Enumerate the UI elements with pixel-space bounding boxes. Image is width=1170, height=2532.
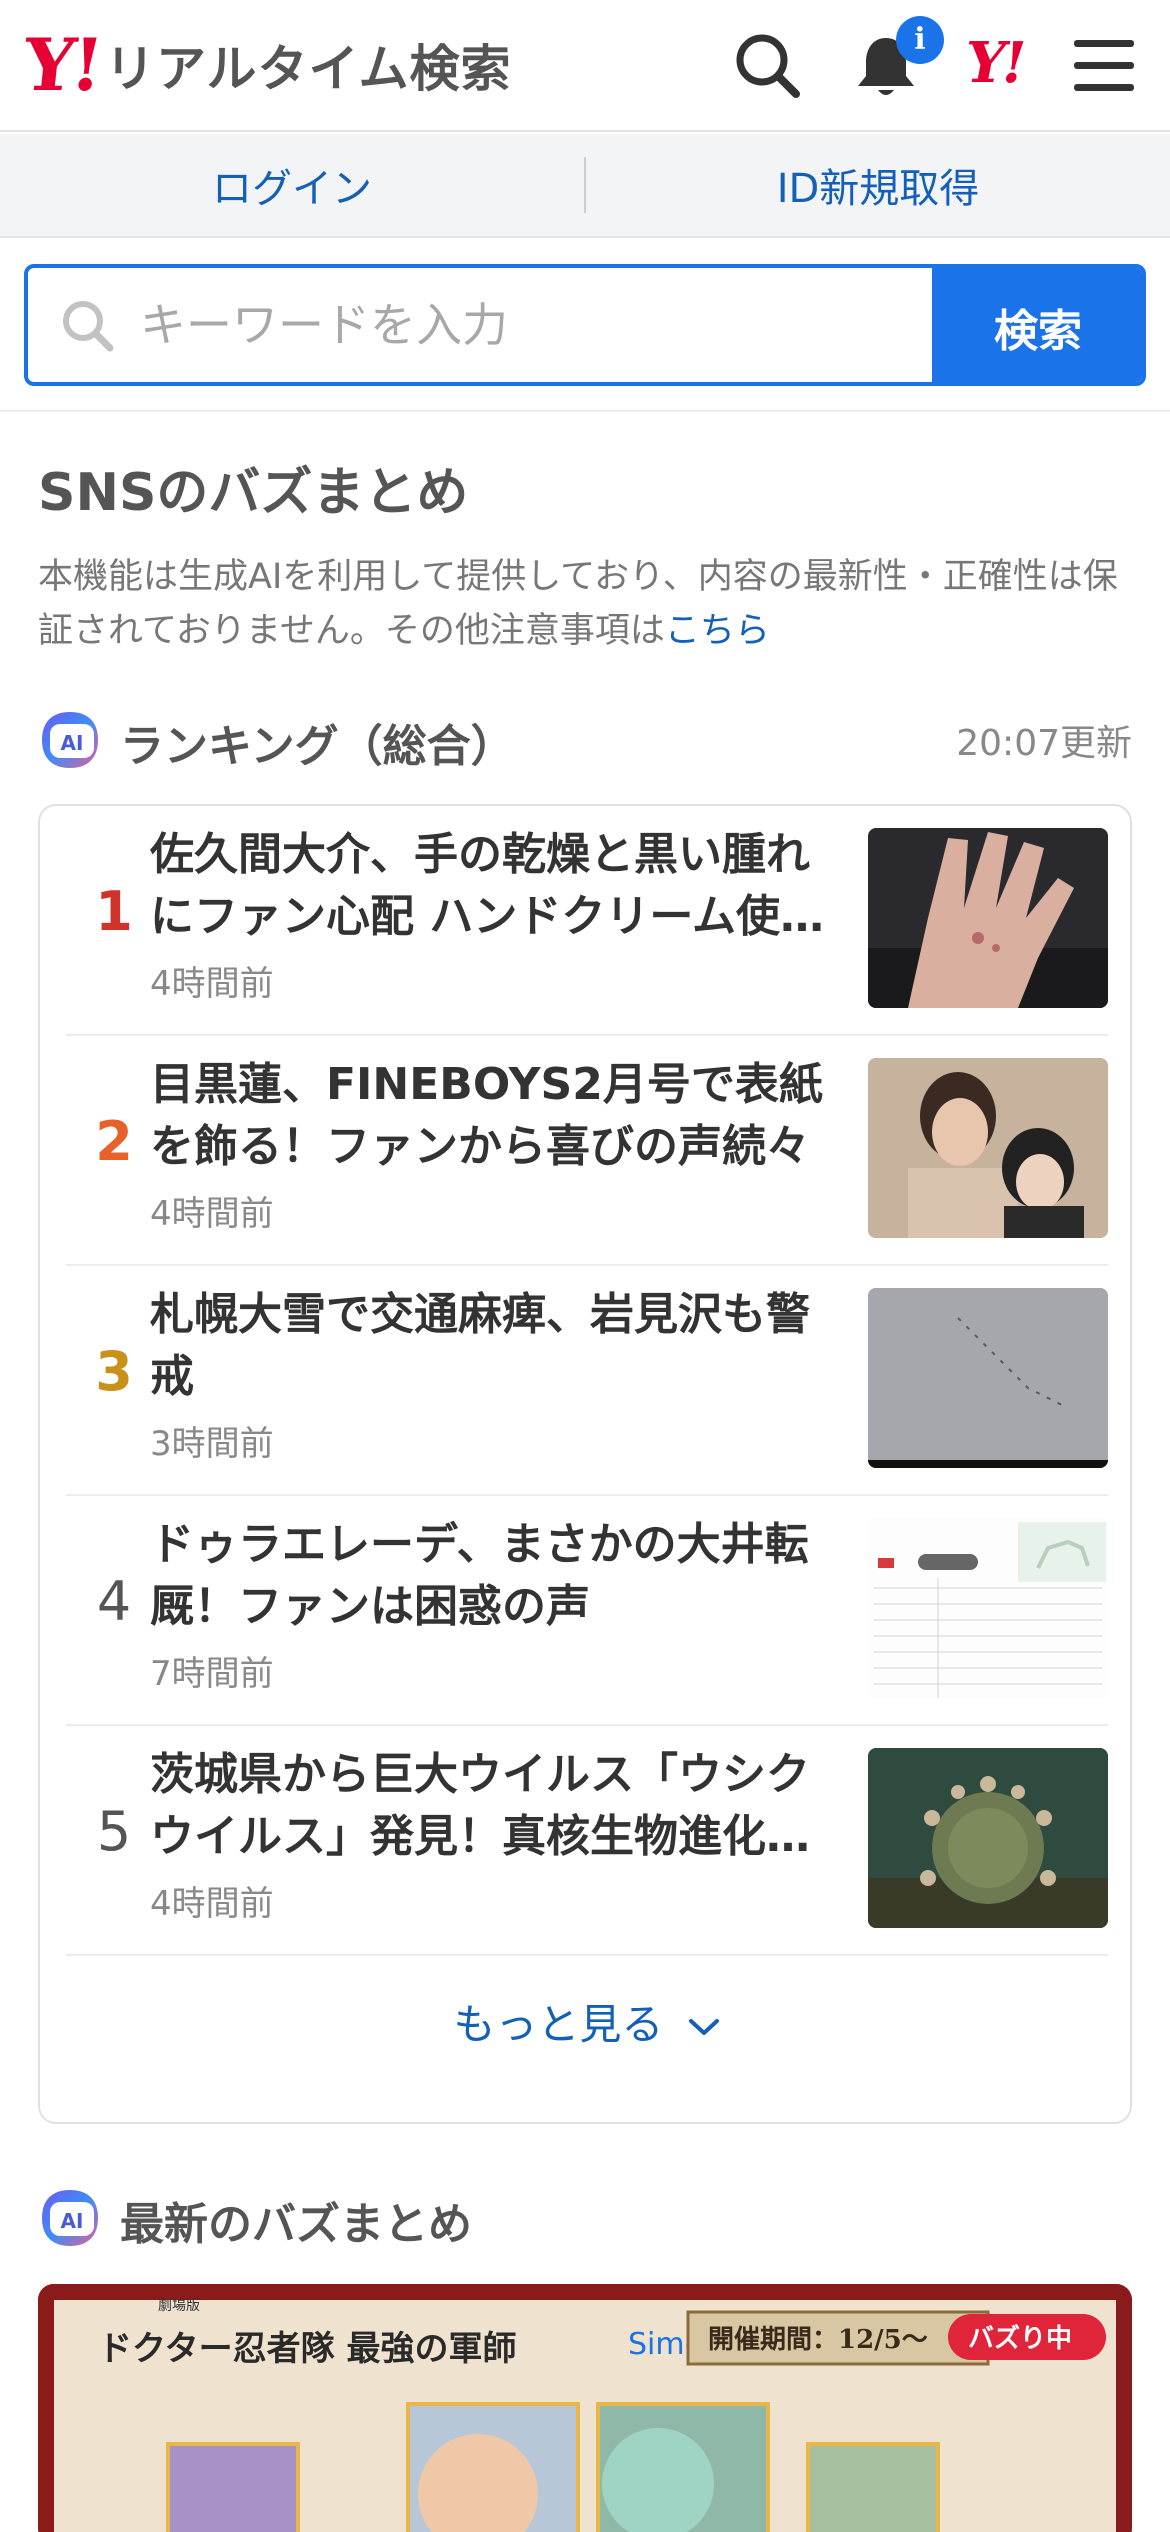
more-label: もっと見る <box>453 2000 664 2049</box>
thumbnail-hand-photo <box>868 828 1108 1008</box>
disclaimer-text: 本機能は生成AIを利用して提供しており、内容の最新性・正確性は保証されておりませ… <box>38 557 1118 651</box>
rank-title: 目黒蓮、FINEBOYS2月号で表紙を飾る！ファンから喜びの声続々 <box>150 1059 823 1172</box>
ranking-item-5[interactable]: 5 茨城県から巨大ウイルス「ウシクウイルス」発見！真核生物進化の謎に迫る 4時間… <box>66 1726 1108 1956</box>
rank-time: 4時間前 <box>150 1194 274 1234</box>
banner-text-1: 劇場版 <box>158 2298 200 2314</box>
login-bar: ログイン ID新規取得 <box>0 134 1170 238</box>
banner-text-2: ドクター忍者隊 最強の軍師 <box>98 2329 516 2369</box>
rank-time: 3時間前 <box>150 1424 274 1464</box>
ranking-item-4[interactable]: 4 ドゥラエレーデ、まさかの大井転厩！ファンは困惑の声 7時間前 <box>66 1496 1108 1726</box>
rank-title: ドゥラエレーデ、まさかの大井転厩！ファンは困惑の声 <box>150 1519 809 1632</box>
chevron-down-icon <box>688 2018 719 2035</box>
ranking-item-3[interactable]: 3 札幌大雪で交通麻痺、岩見沢も警戒 3時間前 <box>66 1266 1108 1496</box>
divider <box>0 410 1170 412</box>
thumbnail-cover-photo <box>868 1058 1108 1238</box>
search-box: 検索 <box>24 264 1146 386</box>
app-title: リアルタイム検索 <box>105 40 512 98</box>
thumbnail-virus-illustration <box>868 1748 1108 1928</box>
app-header: Y! リアルタイム検索 i Y! <box>0 0 1170 132</box>
section-title: SNSのバズまとめ <box>38 463 469 523</box>
more-link[interactable]: もっと見る <box>40 1991 1134 2052</box>
rank-time: 4時間前 <box>150 964 274 1004</box>
logo[interactable]: Y! リアルタイム検索 <box>20 22 512 107</box>
ranking-item-1[interactable]: 1 佐久間大介、手の乾燥と黒い腫れにファン心配 ハンドクリーム使用を報告 4時間… <box>66 806 1108 1036</box>
ai-icon: AI <box>42 2190 98 2246</box>
search-icon <box>63 301 114 352</box>
banner-artwork: 劇場版 ドクター忍者隊 最強の軍師 Simeji 開催期間：12/5〜 バズり中 <box>38 2284 1132 2532</box>
rank-time: 4時間前 <box>150 1884 274 1924</box>
ai-label: AI <box>61 731 84 755</box>
rank-title: 佐久間大介、手の乾燥と黒い腫れにファン心配 ハンドクリーム使用を報告 <box>150 829 824 942</box>
rank-number: 2 <box>95 1110 133 1173</box>
disclaimer-link[interactable]: こちら <box>665 611 770 651</box>
ranking-item-2[interactable]: 2 目黒蓮、FINEBOYS2月号で表紙を飾る！ファンから喜びの声続々 4時間前 <box>66 1036 1108 1266</box>
ai-icon: AI <box>42 712 98 768</box>
search-icon[interactable] <box>730 28 806 104</box>
rank-number: 3 <box>95 1340 133 1403</box>
search-button[interactable]: 検索 <box>932 268 1142 382</box>
rank-number: 5 <box>96 1800 132 1863</box>
thumbnail-horse-profile <box>868 1518 1108 1698</box>
rank-title: 茨城県から巨大ウイルス「ウシクウイルス」発見！真核生物進化の謎に迫る <box>150 1749 810 1862</box>
signup-link[interactable]: ID新規取得 <box>586 156 1170 214</box>
ai-label: AI <box>61 2209 84 2233</box>
rank-number: 1 <box>95 880 133 943</box>
login-link[interactable]: ログイン <box>0 156 584 214</box>
yahoo-logo-mark: Y! <box>19 22 104 107</box>
rank-time: 7時間前 <box>150 1654 274 1694</box>
search-input[interactable] <box>140 268 940 382</box>
menu-icon[interactable] <box>1066 28 1142 104</box>
latest-buzz-banner[interactable]: 劇場版 ドクター忍者隊 最強の軍師 Simeji 開催期間：12/5〜 バズり中 <box>38 2284 1132 2532</box>
rank-title: 札幌大雪で交通麻痺、岩見沢も警戒 <box>150 1289 810 1402</box>
notification-badge: i <box>896 16 944 64</box>
rank-number: 4 <box>96 1570 132 1633</box>
banner-period: 開催期間：12/5〜 <box>708 2325 928 2355</box>
yahoo-japan-icon[interactable]: Y! <box>966 30 1027 96</box>
disclaimer: 本機能は生成AIを利用して提供しており、内容の最新性・正確性は保証されておりませ… <box>38 550 1138 658</box>
latest-title: 最新のバズまとめ <box>120 2199 472 2250</box>
ranking-card: 1 佐久間大介、手の乾燥と黒い腫れにファン心配 ハンドクリーム使用を報告 4時間… <box>38 804 1132 2124</box>
thumbnail-snow-photo <box>868 1288 1108 1468</box>
ranking-title: ランキング（総合） <box>120 721 515 772</box>
banner-tag: バズり中 <box>968 2323 1072 2354</box>
updated-time: 20:07更新 <box>956 723 1132 764</box>
